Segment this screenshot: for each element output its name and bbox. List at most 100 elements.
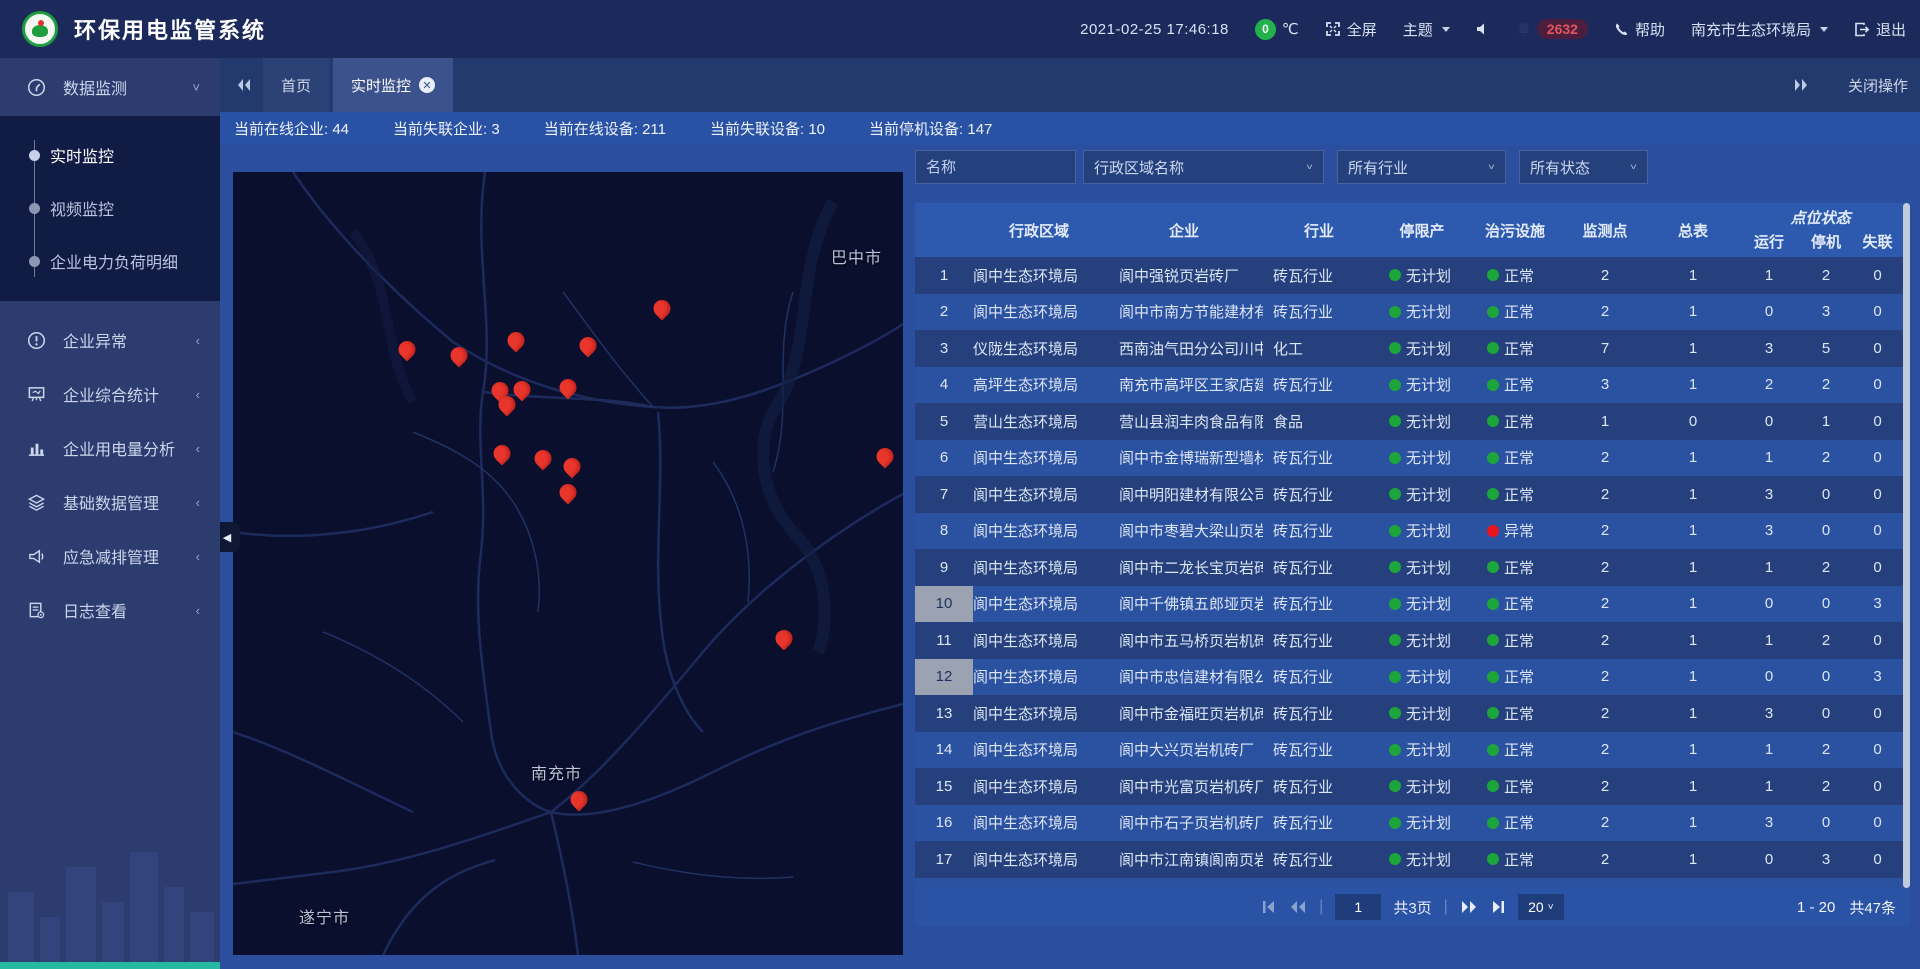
table-row[interactable]: 10 阆中生态环境局 阆中千佛镇五郎垭页岩 砖瓦行业 无计划 正常 2 1 0 … (915, 586, 1910, 623)
volume-button[interactable] (1476, 22, 1491, 36)
cell-running-count: 1 (1737, 267, 1801, 284)
cell-lost-count: 0 (1851, 741, 1904, 758)
cell-lost-count: 0 (1851, 522, 1904, 539)
table-row[interactable]: 17 阆中生态环境局 阆中市江南镇阆南页岩 砖瓦行业 无计划 正常 2 1 0 … (915, 841, 1910, 878)
column-group-point-status: 点位状态 运行 停机 失联 (1737, 203, 1904, 257)
table-row[interactable]: 2 阆中生态环境局 阆中市南方节能建材有 砖瓦行业 无计划 正常 2 1 0 3… (915, 294, 1910, 331)
cell-industry: 砖瓦行业 (1263, 630, 1375, 651)
table-row[interactable]: 4 高坪生态环境局 南充市高坪区王家店建 砖瓦行业 无计划 正常 3 1 2 2… (915, 367, 1910, 404)
table-scrollbar[interactable] (1903, 203, 1910, 888)
table-row[interactable]: 16 阆中生态环境局 阆中市石子页岩机砖厂 砖瓦行业 无计划 正常 2 1 3 … (915, 805, 1910, 842)
cell-running-count: 0 (1737, 595, 1801, 612)
status-dot-icon (1487, 598, 1499, 610)
cell-company: 阆中市五马桥页岩机砖 (1105, 630, 1263, 651)
page-size-select[interactable]: 20˅ (1518, 894, 1564, 920)
theme-label: 主题 (1403, 19, 1433, 40)
sidebar-group-data-monitor[interactable]: 数据监测 ˅ (0, 58, 220, 116)
cell-running-count: 3 (1737, 814, 1801, 831)
pagination-bar: | 1 共3页 | 20˅ 1 - 20 共47条 (915, 888, 1910, 926)
row-number: 11 (915, 622, 973, 659)
cell-total-meters: 1 (1649, 668, 1737, 685)
table-row[interactable]: 7 阆中生态环境局 阆中明阳建材有限公司 砖瓦行业 无计划 正常 2 1 3 0… (915, 476, 1910, 513)
map-canvas[interactable]: 巴中市 南充市 遂宁市 (233, 172, 903, 955)
cell-facility-status: 正常 (1469, 593, 1561, 614)
region-select-value: 行政区域名称 (1094, 157, 1184, 178)
org-dropdown[interactable]: 南充市生态环境局 (1691, 19, 1828, 40)
tab-realtime-monitor[interactable]: 实时监控 ✕ (333, 58, 453, 112)
cell-lost-count: 0 (1851, 778, 1904, 795)
cell-facility-status: 正常 (1469, 703, 1561, 724)
fullscreen-button[interactable]: 全屏 (1325, 19, 1377, 40)
bell-icon (1517, 22, 1531, 37)
table-row[interactable]: 12 阆中生态环境局 阆中市忠信建材有限公 砖瓦行业 无计划 正常 2 1 0 … (915, 659, 1910, 696)
sidebar-group-power-analysis[interactable]: 企业用电量分析‹ (0, 421, 220, 475)
sidebar-item-realtime-monitor[interactable]: 实时监控 (0, 128, 220, 181)
sidebar-group-log-view[interactable]: 日志查看‹ (0, 583, 220, 637)
table-row[interactable]: 9 阆中生态环境局 阆中市二龙长宝页岩砖 砖瓦行业 无计划 正常 2 1 1 2… (915, 549, 1910, 586)
cell-monitor-points: 2 (1561, 486, 1649, 503)
cell-running-count: 1 (1737, 559, 1801, 576)
cell-lost-count: 0 (1851, 705, 1904, 722)
sidebar-group-emergency-reduction[interactable]: 应急减排管理‹ (0, 529, 220, 583)
sidebar-item-video-monitor[interactable]: 视频监控 (0, 181, 220, 234)
theme-dropdown[interactable]: 主题 (1403, 19, 1450, 40)
cell-region: 阆中生态环境局 (973, 301, 1105, 322)
cell-company: 阆中市南方节能建材有 (1105, 301, 1263, 322)
next-page-button[interactable] (1460, 900, 1478, 914)
industry-select[interactable]: 所有行业˅ (1337, 150, 1506, 184)
sidebar-submenu: 实时监控 视频监控 企业电力负荷明细 (0, 116, 220, 301)
app-root: 环保用电监管系统 2021-02-25 17:46:18 0 ℃ 全屏 主题 2… (0, 0, 1920, 969)
chevron-left-icon: ‹ (196, 387, 200, 402)
help-button[interactable]: 帮助 (1614, 19, 1665, 40)
name-search-input[interactable] (915, 150, 1076, 184)
sidebar-group-base-data[interactable]: 基础数据管理‹ (0, 475, 220, 529)
table-row[interactable]: 13 阆中生态环境局 阆中市金福旺页岩机砖 砖瓦行业 无计划 正常 2 1 3 … (915, 695, 1910, 732)
cell-limit-status: 无计划 (1375, 374, 1469, 395)
table-row[interactable]: 3 仪陇生态环境局 西南油气田分公司川中 化工 无计划 正常 7 1 3 5 0 (915, 330, 1910, 367)
double-chevron-right-icon (1792, 78, 1810, 92)
first-page-button[interactable] (1261, 900, 1277, 914)
logout-button[interactable]: 退出 (1854, 19, 1906, 40)
column-header-points: 监测点 (1561, 203, 1649, 257)
table-row[interactable]: 5 营山生态环境局 营山县润丰肉食品有限 食品 无计划 正常 1 0 0 1 0 (915, 403, 1910, 440)
megaphone-icon (27, 547, 46, 566)
tab-home[interactable]: 首页 (263, 58, 329, 112)
close-icon[interactable]: ✕ (419, 77, 435, 93)
table-row[interactable]: 11 阆中生态环境局 阆中市五马桥页岩机砖 砖瓦行业 无计划 正常 2 1 1 … (915, 622, 1910, 659)
last-page-button[interactable] (1490, 900, 1506, 914)
column-header-industry: 行业 (1263, 203, 1375, 257)
table-row[interactable]: 8 阆中生态环境局 阆中市枣碧大梁山页岩 砖瓦行业 无计划 异常 2 1 3 0… (915, 513, 1910, 550)
tab-bar: 首页 实时监控 ✕ 关闭操作 (220, 58, 1920, 112)
cell-industry: 砖瓦行业 (1263, 374, 1375, 395)
sidebar-group-enterprise-statistics[interactable]: 企业综合统计‹ (0, 367, 220, 421)
cell-running-count: 3 (1737, 522, 1801, 539)
layers-icon (27, 493, 46, 512)
table-row[interactable]: 6 阆中生态环境局 阆中市金博瑞新型墙材 砖瓦行业 无计划 正常 2 1 1 2… (915, 440, 1910, 477)
record-total-label: 共47条 (1849, 897, 1896, 918)
region-select[interactable]: 行政区域名称˅ (1083, 150, 1324, 184)
cell-region: 高坪生态环境局 (973, 374, 1105, 395)
table-row[interactable]: 15 阆中生态环境局 阆中市光富页岩机砖厂 砖瓦行业 无计划 正常 2 1 1 … (915, 768, 1910, 805)
sidebar-item-label: 实时监控 (50, 143, 114, 167)
page-number-input[interactable]: 1 (1335, 894, 1381, 920)
cell-limit-status: 无计划 (1375, 776, 1469, 797)
close-operations-button[interactable]: 关闭操作 (1848, 75, 1908, 96)
cell-total-meters: 1 (1649, 851, 1737, 868)
row-number: 18 (915, 878, 973, 889)
table-row[interactable]: 14 阆中生态环境局 阆中大兴页岩机砖厂 砖瓦行业 无计划 正常 2 1 1 2… (915, 732, 1910, 769)
cell-limit-status: 无计划 (1375, 520, 1469, 541)
table-row[interactable]: 18 南部生态环境局 南部县新华水泥有限公 建材行业 无计划 正常 2 0 0 … (915, 878, 1910, 889)
sidebar-group-enterprise-abnormal[interactable]: 企业异常‹ (0, 313, 220, 367)
table-row[interactable]: 1 阆中生态环境局 阆中强锐页岩砖厂 砖瓦行业 无计划 正常 2 1 1 2 0 (915, 257, 1910, 294)
bullet-dot-icon (29, 256, 40, 267)
name-input-field[interactable] (926, 159, 1065, 176)
cell-monitor-points: 2 (1561, 632, 1649, 649)
cell-facility-status: 正常 (1469, 447, 1561, 468)
notification-button[interactable]: 2632 (1517, 19, 1588, 39)
tab-scroll-left-button[interactable] (235, 78, 253, 92)
status-dot-icon (1389, 853, 1401, 865)
tab-scroll-right-button[interactable] (1792, 78, 1810, 92)
prev-page-button[interactable] (1289, 900, 1307, 914)
status-select[interactable]: 所有状态˅ (1519, 150, 1648, 184)
sidebar-item-power-load-detail[interactable]: 企业电力负荷明细 (0, 234, 220, 287)
